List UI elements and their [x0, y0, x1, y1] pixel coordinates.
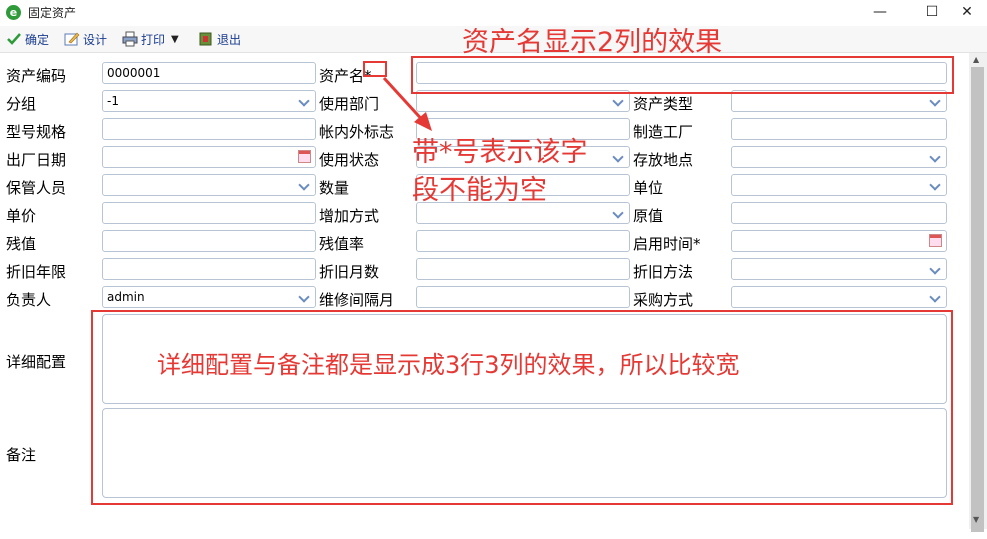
scroll-up-icon[interactable]: ▲: [973, 55, 979, 64]
chevron-down-icon[interactable]: [295, 287, 315, 307]
owner-value: admin: [107, 290, 145, 304]
annotation-required-line2: 段不能为空: [412, 175, 547, 206]
chevron-down-icon[interactable]: [926, 147, 946, 167]
chevron-down-icon[interactable]: [609, 147, 629, 167]
dep-years-field[interactable]: [102, 258, 316, 280]
custodian-select[interactable]: [102, 174, 316, 196]
chevron-down-icon[interactable]: [926, 287, 946, 307]
detail-label: 详细配置: [6, 353, 67, 371]
maximize-button[interactable]: ☐: [912, 0, 952, 26]
dep-method-select[interactable]: [731, 258, 947, 280]
scroll-down-icon[interactable]: ▼: [973, 515, 979, 524]
model-label: 型号规格: [6, 123, 67, 141]
unit-price-field[interactable]: [102, 202, 316, 224]
confirm-label: 确定: [25, 32, 50, 47]
exit-button[interactable]: 退出: [198, 30, 241, 48]
annotation-textarea: 详细配置与备注都是显示成3行3列的效果，所以比较宽: [157, 351, 740, 379]
annotation-box-name: [411, 56, 954, 94]
remark-label: 备注: [6, 446, 37, 464]
model-field[interactable]: [102, 118, 316, 140]
dep-months-field[interactable]: [416, 258, 630, 280]
design-icon: [64, 31, 80, 47]
residual-rate-label: 残值率: [319, 235, 365, 253]
window-title: 固定资产: [28, 6, 77, 20]
asset-type-label: 资产类型: [633, 95, 694, 113]
original-value-label: 原值: [633, 207, 664, 225]
use-status-label: 使用状态: [319, 151, 380, 169]
residual-label: 残值: [6, 235, 37, 253]
purchase-label: 采购方式: [633, 291, 694, 309]
chevron-down-icon[interactable]: [926, 175, 946, 195]
vertical-scrollbar[interactable]: ▲ ▼: [969, 53, 987, 532]
dropdown-arrow-icon[interactable]: ▼: [171, 34, 179, 45]
design-label: 设计: [83, 32, 108, 47]
dep-months-label: 折旧月数: [319, 263, 380, 281]
group-select[interactable]: -1: [102, 90, 316, 112]
chevron-down-icon[interactable]: [609, 203, 629, 223]
dep-method-label: 折旧方法: [633, 263, 694, 281]
group-value: -1: [107, 94, 119, 108]
minimize-button[interactable]: —: [860, 0, 900, 26]
calendar-icon[interactable]: [298, 150, 311, 163]
unit-price-label: 单价: [6, 207, 37, 225]
factory-date-label: 出厂日期: [6, 151, 67, 169]
asset-code-field[interactable]: 0000001: [102, 62, 316, 84]
manufacturer-field[interactable]: [731, 118, 947, 140]
chevron-down-icon[interactable]: [295, 175, 315, 195]
custodian-label: 保管人员: [6, 179, 67, 197]
unit-select[interactable]: [731, 174, 947, 196]
dep-years-label: 折旧年限: [6, 263, 67, 281]
confirm-button[interactable]: 确定: [6, 30, 49, 48]
manufacturer-label: 制造工厂: [633, 123, 694, 141]
annotation-box-textareas: [91, 310, 953, 505]
residual-rate-field[interactable]: [416, 230, 630, 252]
print-label: 打印: [141, 32, 166, 47]
close-button[interactable]: ✕: [947, 0, 987, 26]
asset-code-label: 资产编码: [6, 67, 67, 85]
annotation-arrow: [382, 76, 432, 131]
app-icon: e: [6, 5, 21, 20]
annotation-required-line1: 带*号表示该字: [412, 137, 588, 168]
calendar-icon[interactable]: [929, 234, 942, 247]
annotation-name-cols: 资产名显示2列的效果: [462, 27, 723, 58]
start-date-label: 启用时间*: [633, 235, 701, 253]
factory-date-field[interactable]: [102, 146, 316, 168]
chevron-down-icon[interactable]: [295, 91, 315, 111]
print-button[interactable]: 打印 ▼: [122, 30, 179, 48]
purchase-select[interactable]: [731, 286, 947, 308]
printer-icon: [122, 31, 138, 47]
chevron-down-icon[interactable]: [926, 91, 946, 111]
location-select[interactable]: [731, 146, 947, 168]
dept-label: 使用部门: [319, 95, 380, 113]
group-label: 分组: [6, 95, 37, 113]
maintenance-label: 维修间隔月: [319, 291, 395, 309]
unit-label: 单位: [633, 179, 664, 197]
exit-label: 退出: [217, 32, 242, 47]
maintenance-field[interactable]: [416, 286, 630, 308]
exit-icon: [198, 31, 214, 47]
chevron-down-icon[interactable]: [609, 91, 629, 111]
location-label: 存放地点: [633, 151, 694, 169]
design-button[interactable]: 设计: [64, 30, 107, 48]
start-date-field[interactable]: [731, 230, 947, 252]
scroll-thumb[interactable]: [971, 67, 984, 532]
original-value-field[interactable]: [731, 202, 947, 224]
quantity-label: 数量: [319, 179, 350, 197]
chevron-down-icon[interactable]: [926, 259, 946, 279]
owner-select[interactable]: admin: [102, 286, 316, 308]
add-method-label: 增加方式: [319, 207, 380, 225]
owner-label: 负责人: [6, 291, 52, 309]
residual-field[interactable]: [102, 230, 316, 252]
check-icon: [6, 31, 22, 47]
